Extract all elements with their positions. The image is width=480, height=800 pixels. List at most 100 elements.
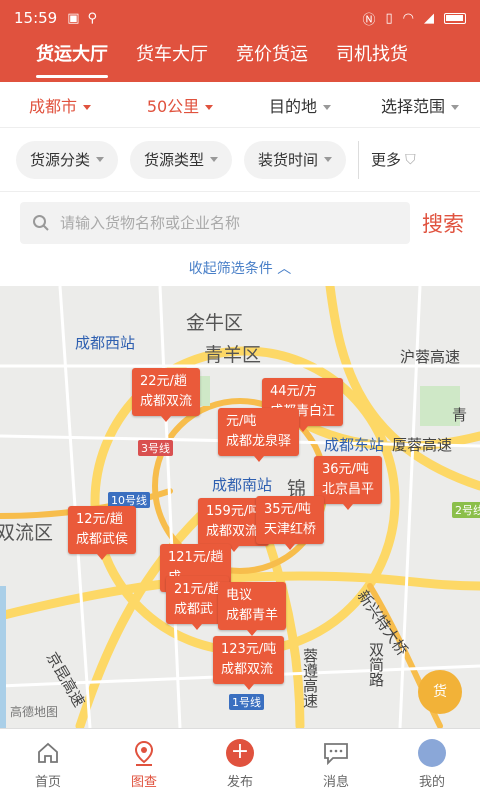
cargo-type-filter[interactable]: 货源类型 — [130, 140, 233, 179]
freight-price: 35元/吨 — [264, 502, 311, 517]
tab-bidding-freight[interactable]: 竞价货运 — [236, 36, 308, 82]
freight-destination: 成都双流 — [221, 662, 274, 677]
freight-destination: 成都武 — [174, 602, 214, 617]
freight-price: 21元/趟 — [174, 582, 221, 597]
range-dropdown[interactable]: 选择范围 — [360, 93, 480, 117]
status-time: 15:59 — [14, 9, 58, 27]
chevron-down-icon — [205, 104, 214, 110]
search-box[interactable] — [20, 202, 410, 244]
tab-truck-hall[interactable]: 货车大厅 — [136, 36, 208, 82]
freight-price: 121元/趟 — [168, 550, 224, 565]
map-label: 成都东站 — [324, 436, 385, 454]
map-label: 成都西站 — [75, 334, 136, 352]
search-button[interactable]: 搜索 — [422, 208, 464, 238]
freight-destination: 北京昌平 — [322, 482, 375, 497]
chevron-up-icon: ︿ — [277, 261, 292, 277]
tab-driver-find-cargo[interactable]: 司机找货 — [336, 36, 408, 82]
nav-messages[interactable]: 消息 — [288, 729, 384, 800]
map-label: 2号线 — [452, 502, 480, 518]
freight-price: 159元/吨 — [206, 504, 262, 519]
freight-marker[interactable]: 36元/吨北京昌平 — [314, 456, 383, 510]
map-label: 厦蓉高速 — [392, 436, 453, 454]
signal-icon: ◢ — [424, 10, 434, 26]
map-label: 3号线 — [138, 440, 173, 456]
search-input[interactable] — [60, 214, 380, 232]
map-pin-icon — [130, 739, 158, 767]
map-label: 青 — [452, 406, 468, 424]
battery-icon — [444, 12, 466, 24]
loading-time-filter[interactable]: 装货时间 — [244, 140, 347, 179]
freight-destination: 成都双流 — [140, 394, 193, 409]
nav-mine-label: 我的 — [418, 775, 445, 790]
collapse-label: 收起筛选条件 — [188, 261, 273, 277]
search-row: 搜索 — [0, 192, 480, 254]
more-filters-button[interactable]: 更多 ⛉ — [358, 140, 416, 179]
location-icon: ⚲ — [87, 10, 98, 26]
map-label: 成都南站 — [212, 476, 273, 494]
freight-marker[interactable]: 35元/吨天津红桥 — [256, 496, 325, 550]
nav-home-label: 首页 — [34, 775, 61, 790]
freight-price: 电议 — [226, 588, 253, 603]
status-bar: 15:59 ▣ ⚲ Ⓝ ▯ ◠ ◢ — [0, 0, 480, 36]
city-dropdown[interactable]: 成都市 — [0, 93, 120, 117]
freight-marker[interactable]: 元/吨成都龙泉驿 — [218, 408, 300, 462]
search-icon — [33, 215, 49, 231]
chevron-down-icon — [323, 104, 331, 110]
city-label: 成都市 — [28, 96, 77, 116]
cargo-category-filter[interactable]: 货源分类 — [16, 140, 119, 179]
map-label: 金牛区 — [186, 312, 244, 334]
freight-price: 44元/方 — [270, 384, 317, 399]
nav-publish-label: 发布 — [226, 775, 253, 790]
nav-map[interactable]: 图查 — [96, 729, 192, 800]
map-label: 双流区 — [0, 522, 54, 544]
filter-row-primary: 成都市 50公里 目的地 选择范围 — [0, 82, 480, 128]
freight-price: 22元/趟 — [140, 374, 187, 389]
amap-logo: 高德地图 — [10, 705, 59, 719]
freight-destination: 天津红桥 — [264, 522, 317, 537]
nav-mine[interactable]: 我的 — [384, 729, 480, 800]
distance-label: 50公里 — [146, 96, 200, 116]
freight-destination: 成都青羊 — [226, 608, 279, 623]
distance-dropdown[interactable]: 50公里 — [120, 93, 240, 117]
chevron-down-icon — [96, 157, 105, 162]
filter-row-secondary: 货源分类 货源类型 装货时间 更多 ⛉ — [0, 128, 480, 192]
nav-messages-label: 消息 — [322, 775, 349, 790]
chevron-down-icon — [451, 104, 459, 110]
destination-dropdown[interactable]: 目的地 — [240, 93, 360, 117]
app-header: 15:59 ▣ ⚲ Ⓝ ▯ ◠ ◢ 货运大厅 货车大厅 竞价货运 司机找货 — [0, 0, 480, 82]
freight-marker[interactable]: 123元/吨 成都双流 — [213, 636, 285, 690]
wifi-icon: ◠ — [402, 10, 414, 26]
freight-marker[interactable]: 12元/趟成都武侯 — [68, 506, 137, 560]
freight-price: 36元/吨 — [322, 462, 369, 477]
nav-map-label: 图查 — [130, 775, 157, 790]
cargo-category-label: 货源分类 — [30, 151, 91, 169]
freight-price: 12元/趟 — [76, 512, 123, 527]
home-icon — [34, 739, 62, 767]
map-label: 双简路 — [367, 642, 385, 687]
chevron-down-icon — [210, 157, 219, 162]
collapse-filters-link[interactable]: 收起筛选条件 ︿ — [0, 254, 480, 286]
map-label: 蓉遵高速 — [301, 648, 319, 708]
map-label: 青羊区 — [204, 344, 262, 366]
freight-destination: 成都武侯 — [76, 532, 129, 547]
vibrate-icon: ▯ — [385, 10, 393, 26]
top-tabs: 货运大厅 货车大厅 竞价货运 司机找货 — [0, 36, 480, 82]
freight-destination: 成都龙泉驿 — [226, 434, 292, 449]
map-view[interactable]: 金牛区 青羊区 成都西站 沪蓉高速 成都东站 厦蓉高速 成都南站 锦 双流区 新… — [0, 286, 480, 728]
freight-price: 123元/吨 — [221, 642, 277, 657]
nfc-icon: Ⓝ — [362, 12, 376, 28]
map-label: 1号线 — [229, 694, 264, 710]
destination-label: 目的地 — [268, 96, 317, 116]
freight-marker[interactable]: 22元/趟成都双流 — [132, 368, 201, 422]
nav-home[interactable]: 首页 — [0, 729, 96, 800]
loading-time-label: 装货时间 — [258, 151, 319, 169]
chevron-up-icon[interactable]: ︿ — [228, 718, 252, 728]
cargo-badge-icon[interactable]: 货 — [418, 670, 462, 714]
nav-publish[interactable]: + 发布 — [192, 729, 288, 800]
tab-freight-hall[interactable]: 货运大厅 — [36, 36, 108, 82]
freight-marker[interactable]: 电议 成都青羊 — [218, 582, 287, 636]
freight-price: 元/吨 — [226, 414, 257, 429]
avatar-icon — [418, 739, 446, 767]
more-label: 更多 — [371, 151, 402, 169]
map-label: 沪蓉高速 — [400, 348, 461, 366]
